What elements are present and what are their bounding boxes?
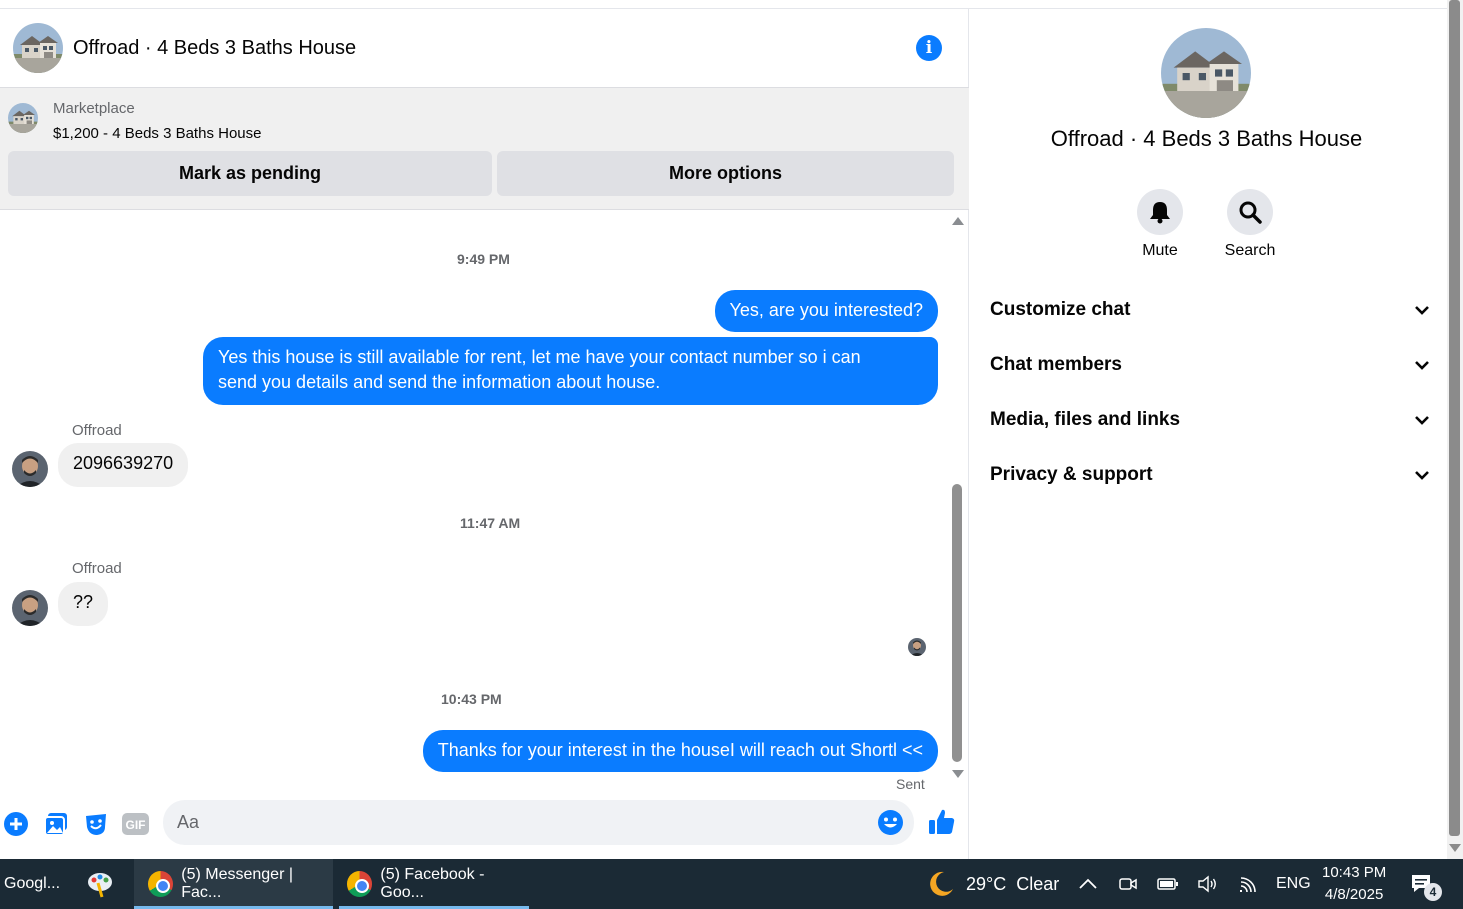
chevron-down-icon	[1415, 361, 1429, 370]
taskbar-item-label: (5) Messenger | Fac...	[181, 866, 293, 901]
message-composer: GIF	[0, 796, 969, 859]
sticker-icon[interactable]	[83, 811, 109, 837]
listing-title[interactable]: $1,200 - 4 Beds 3 Baths House	[53, 125, 261, 142]
clock[interactable]: 10:43 PM 4/8/2025	[1322, 859, 1386, 909]
taskbar-item-google[interactable]: Googl...	[0, 859, 66, 909]
taskbar-item-label: Googl...	[4, 875, 61, 892]
taskbar: Googl... (5) Messenger | Fac... (5) Face…	[0, 859, 1463, 909]
timestamp: 9:49 PM	[457, 251, 510, 267]
message-text-line: send you details and send the informatio…	[218, 372, 661, 392]
svg-text:GIF: GIF	[126, 818, 146, 832]
section-label: Chat members	[990, 354, 1122, 375]
details-title: Offroad · 4 Beds 3 Baths House	[1050, 126, 1363, 151]
image-icon[interactable]	[43, 811, 69, 837]
moon-icon	[930, 871, 953, 896]
chevron-down-icon	[1415, 471, 1429, 480]
sent-status: Sent	[896, 776, 925, 792]
mark-as-pending-button[interactable]: Mark as pending	[8, 151, 492, 196]
clock-date: 4/8/2025	[1324, 886, 1384, 903]
seen-indicator-avatar	[908, 638, 926, 656]
outgoing-message[interactable]: Yes this house is still available for re…	[203, 337, 938, 405]
chat-header: Offroad · 4 Beds 3 Baths House i	[0, 9, 969, 88]
sender-name: Offroad	[72, 560, 122, 577]
search-button[interactable]: Search	[1210, 189, 1290, 260]
taskbar-item-paint[interactable]	[66, 859, 134, 909]
mute-label: Mute	[1142, 242, 1178, 259]
meet-now-icon[interactable]	[1118, 859, 1138, 909]
timestamp: 10:43 PM	[441, 691, 502, 707]
conversation-details-panel: Offroad · 4 Beds 3 Baths House Mute Sear…	[970, 9, 1447, 859]
thumbs-up-icon[interactable]	[927, 807, 957, 837]
weather-widget[interactable]: 29°C Clear	[926, 859, 1059, 909]
section-customize-chat[interactable]: Customize chat	[990, 290, 1430, 330]
more-options-button[interactable]: More options	[497, 151, 954, 196]
search-label: Search	[1224, 242, 1276, 259]
outgoing-message[interactable]: Yes, are you interested?	[714, 290, 938, 332]
notification-count-badge: 4	[1424, 883, 1442, 901]
sender-avatar[interactable]	[12, 451, 48, 487]
search-icon[interactable]	[1227, 189, 1273, 235]
window-scroll-thumb[interactable]	[1449, 0, 1460, 836]
marketplace-label: Marketplace	[53, 100, 135, 117]
incoming-message[interactable]: 2096639270	[58, 443, 189, 487]
section-label: Privacy & support	[990, 464, 1153, 485]
message-text-line: Yes this house is still available for re…	[218, 347, 861, 367]
volume-icon[interactable]	[1197, 859, 1219, 909]
message-list: 9:49 PM Yes, are you interested? Yes thi…	[0, 211, 950, 796]
taskbar-item-label: (5) Facebook - Goo...	[380, 866, 485, 901]
message-text: Yes, are you interested?	[729, 300, 923, 320]
chevron-down-icon	[1415, 416, 1429, 425]
message-text: Thanks for your interest in the houseI w…	[437, 740, 923, 760]
conversation-title[interactable]: Offroad · 4 Beds 3 Baths House	[73, 37, 356, 60]
chrome-icon	[148, 871, 174, 897]
sender-avatar[interactable]	[12, 590, 48, 626]
message-input-container	[163, 800, 914, 845]
chevron-up-icon[interactable]	[1078, 859, 1098, 909]
section-chat-members[interactable]: Chat members	[990, 345, 1430, 385]
taskbar-item-messenger[interactable]: (5) Messenger | Fac...	[134, 859, 333, 909]
conversation-avatar[interactable]	[13, 23, 63, 73]
mute-button[interactable]: Mute	[1120, 189, 1200, 260]
emoji-icon[interactable]	[877, 809, 904, 836]
plus-icon[interactable]	[3, 811, 29, 837]
message-scrollbar[interactable]	[950, 211, 965, 796]
section-privacy-support[interactable]: Privacy & support	[990, 455, 1430, 495]
timestamp: 11:47 AM	[460, 515, 521, 531]
scroll-up-arrow[interactable]	[952, 217, 964, 225]
scroll-thumb[interactable]	[952, 484, 962, 762]
top-strip	[0, 0, 1447, 9]
window-scroll-down-arrow[interactable]	[1449, 844, 1461, 852]
language-indicator[interactable]: ENG	[1276, 859, 1311, 909]
sender-name: Offroad	[72, 422, 122, 439]
marketplace-banner: Marketplace $1,200 - 4 Beds 3 Baths Hous…	[0, 88, 969, 210]
section-media-files-links[interactable]: Media, files and links	[990, 400, 1430, 440]
outgoing-message[interactable]: Thanks for your interest in the houseI w…	[422, 730, 938, 772]
chat-panel: Offroad · 4 Beds 3 Baths House i Marketp…	[0, 9, 969, 859]
weather-condition: Clear	[1016, 873, 1060, 894]
bell-icon[interactable]	[1137, 189, 1183, 235]
weather-temperature: 29°C	[966, 873, 1007, 894]
network-icon[interactable]	[1238, 859, 1260, 909]
gif-icon[interactable]: GIF	[122, 811, 149, 837]
paint-app-icon	[88, 873, 112, 898]
chrome-icon	[347, 871, 373, 897]
incoming-message[interactable]: ??	[58, 582, 109, 626]
clock-time: 10:43 PM	[1322, 864, 1387, 881]
message-input[interactable]	[177, 800, 867, 845]
language-label: ENG	[1276, 875, 1311, 892]
section-label: Media, files and links	[990, 409, 1181, 430]
details-avatar[interactable]	[1161, 28, 1251, 118]
notification-center-icon[interactable]: 4	[1410, 859, 1442, 909]
taskbar-item-facebook[interactable]: (5) Facebook - Goo...	[339, 859, 529, 909]
battery-icon[interactable]	[1157, 859, 1179, 909]
message-text: ??	[73, 592, 94, 612]
section-label: Customize chat	[990, 299, 1131, 320]
message-text: 2096639270	[73, 453, 174, 473]
info-icon[interactable]: i	[916, 35, 942, 61]
chevron-down-icon	[1415, 306, 1429, 315]
scroll-down-arrow[interactable]	[952, 770, 964, 778]
window-scrollbar[interactable]	[1447, 0, 1463, 859]
listing-thumbnail[interactable]	[8, 103, 38, 133]
